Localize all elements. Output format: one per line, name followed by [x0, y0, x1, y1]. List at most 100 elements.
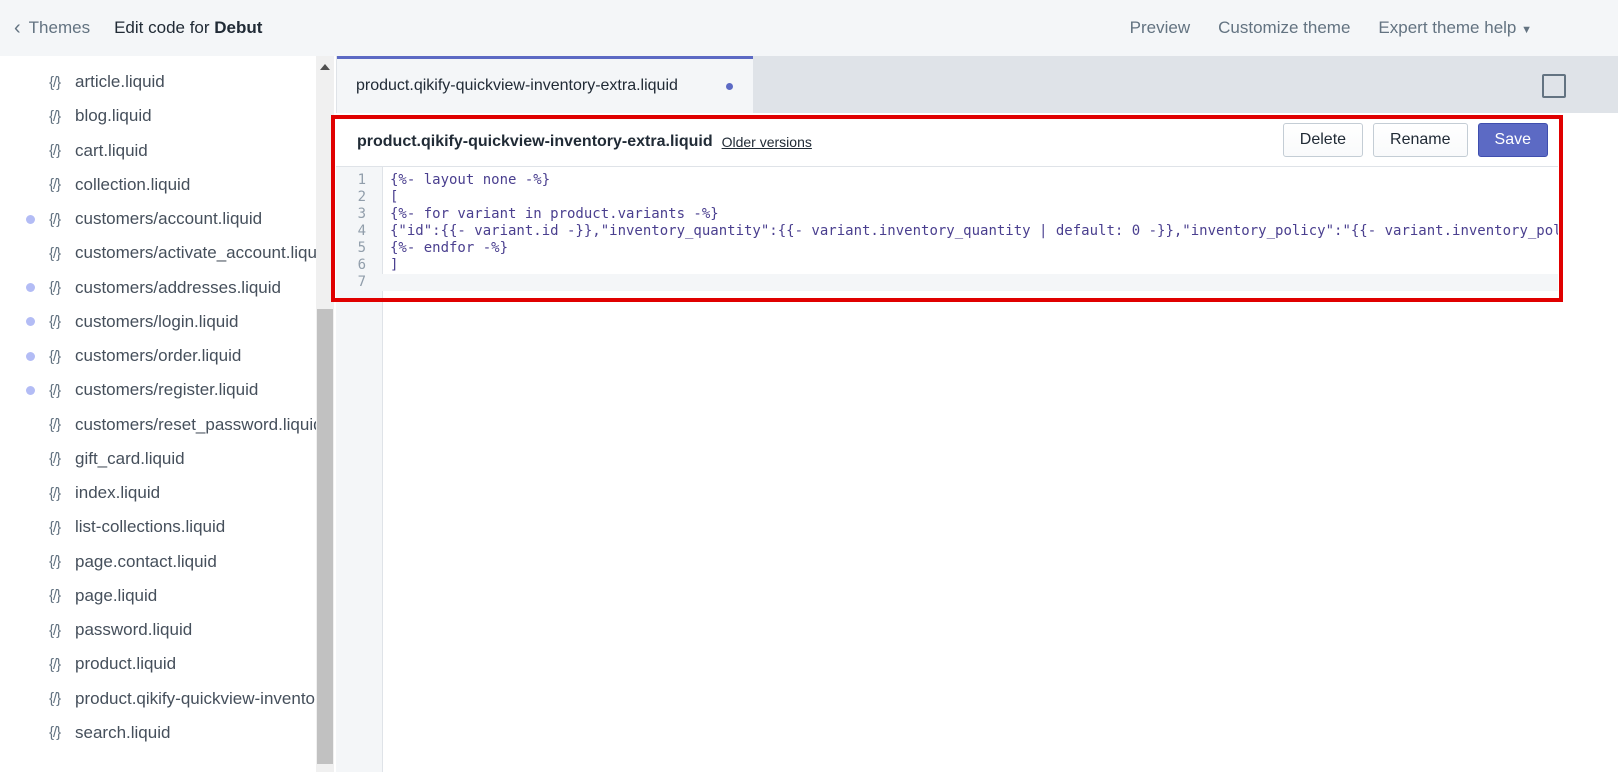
liquid-file-icon: {/} [49, 450, 61, 468]
liquid-file-icon: {/} [49, 107, 61, 125]
file-label: page.contact.liquid [75, 551, 217, 571]
liquid-file-icon: {/} [49, 690, 61, 707]
line-number: 2 [357, 189, 366, 205]
file-name: product.qikify-quickview-inventory-extra… [357, 132, 713, 150]
rename-button[interactable]: Rename [1373, 123, 1468, 157]
file-label: gift_card.liquid [75, 448, 185, 468]
sidebar-file-item[interactable]: {/} product.liquid [0, 647, 316, 681]
liquid-file-icon: {/} [49, 587, 61, 605]
modified-dot-icon [26, 317, 35, 327]
liquid-file-icon: {/} [49, 244, 61, 262]
liquid-file-icon: {/} [49, 655, 61, 673]
delete-button[interactable]: Delete [1282, 123, 1364, 157]
code-line: 3 {%- for variant in product.variants -%} [336, 206, 1558, 223]
page-title: Edit code for Debut [114, 18, 262, 38]
file-label: blog.liquid [75, 106, 152, 126]
sidebar-file-item[interactable]: {/} list-collections.liquid [0, 510, 316, 544]
file-label: product.liquid [75, 654, 177, 674]
save-button[interactable]: Save [1477, 123, 1548, 157]
sidebar-file-item[interactable]: {/} index.liquid [0, 476, 316, 510]
expert-help-label: Expert theme help [1378, 18, 1517, 37]
file-label: customers/addresses.liquid [75, 277, 281, 297]
liquid-file-icon: {/} [49, 724, 61, 742]
line-text: {%- layout none -%} [390, 172, 551, 188]
liquid-file-icon: {/} [49, 176, 61, 194]
file-label: search.liquid [75, 722, 171, 742]
sidebar-file-item[interactable]: {/} customers/addresses.liquid [0, 271, 316, 305]
line-number: 7 [357, 274, 366, 290]
editor-header: product.qikify-quickview-inventory-extra… [336, 117, 1558, 167]
sidebar-file-item[interactable]: {/} cart.liquid [0, 134, 316, 168]
sidebar-file-item[interactable]: {/} password.liquid [0, 613, 316, 647]
liquid-file-icon: {/} [49, 73, 61, 91]
preview-link[interactable]: Preview [1130, 18, 1190, 38]
sidebar-file-item[interactable]: {/} customers/reset_password.liquid [0, 408, 316, 442]
file-label: collection.liquid [75, 174, 191, 194]
sidebar-file-item[interactable]: {/} customers/register.liquid [0, 373, 316, 407]
customize-theme-link[interactable]: Customize theme [1218, 18, 1350, 38]
liquid-file-icon: {/} [49, 142, 61, 159]
sidebar-scrollbar[interactable] [316, 56, 334, 772]
sidebar-file-item[interactable]: {/} customers/activate_account.liquid [0, 236, 316, 270]
file-sidebar: {/} article.liquid {/} blog.liquid {/} cart.l… [0, 56, 316, 772]
sidebar-file-item[interactable]: {/} collection.liquid [0, 168, 316, 202]
file-label: index.liquid [75, 483, 161, 502]
modified-dot-icon [26, 385, 35, 395]
older-versions-link[interactable]: Older versions [722, 134, 812, 150]
unsaved-dot-icon [726, 82, 733, 90]
file-label: customers/reset_password.liquid [75, 414, 316, 434]
sidebar-file-item[interactable]: {/} product.qikify-quickview-inventory-ex… [0, 682, 316, 716]
fullscreen-expand-icon[interactable] [1542, 74, 1566, 98]
sidebar-file-item[interactable]: {/} customers/account.liquid [0, 202, 316, 236]
line-number: 5 [357, 240, 366, 256]
line-text: [ [390, 189, 399, 205]
file-label: customers/order.liquid [75, 346, 242, 365]
file-label: product.qikify-quickview-inventory-extra… [75, 688, 316, 708]
file-label: list-collections.liquid [75, 517, 226, 537]
sidebar-file-item[interactable]: {/} blog.liquid [0, 99, 316, 133]
sidebar-file-item[interactable]: {/} customers/order.liquid [0, 339, 316, 373]
code-area[interactable]: 1 {%- layout none -%} 2[3 {%- for variant i… [336, 172, 1558, 291]
sidebar-file-item[interactable]: {/} page.contact.liquid [0, 545, 316, 579]
liquid-file-icon: {/} [49, 347, 61, 365]
line-text: {"id":{{- variant.id -}},"inventory_quan… [390, 223, 1558, 239]
liquid-file-icon: {/} [49, 416, 61, 433]
line-text: {%- for variant in product.variants -%} [390, 206, 719, 222]
line-number: 6 [357, 257, 366, 273]
modified-dot-icon [26, 214, 35, 224]
sidebar-file-item[interactable]: {/} customers/login.liquid [0, 305, 316, 339]
scrollbar-thumb[interactable] [317, 309, 333, 764]
expert-theme-help-link[interactable]: Expert theme help ▼ [1378, 18, 1532, 38]
line-number: 4 [357, 223, 366, 239]
liquid-file-icon: {/} [49, 484, 61, 502]
code-line: 5 {%- endfor -%} [336, 240, 1558, 257]
scroll-up-arrow-icon[interactable] [320, 64, 330, 70]
file-label: customers/activate_account.liquid [75, 243, 316, 263]
sidebar-file-item[interactable]: {/} article.liquid [0, 65, 316, 99]
tab-label: product.qikify-quickview-inventory-extra… [356, 77, 678, 94]
caret-down-icon: ▼ [1521, 24, 1532, 36]
sidebar-file-item[interactable]: {/} gift_card.liquid [0, 442, 316, 476]
line-text: {%- endfor -%} [390, 240, 509, 256]
sidebar-file-item[interactable]: {/} search.liquid [0, 716, 316, 750]
editor-tab-bar: product.qikify-quickview-inventory-extra… [336, 56, 1618, 113]
modified-dot-icon [26, 283, 35, 292]
theme-name: Debut [214, 18, 263, 37]
top-bar: ‹ Themes Edit code for Debut Preview Cus… [0, 0, 1618, 56]
code-line: 1 {%- layout none -%} [336, 172, 1558, 189]
file-label: customers/login.liquid [75, 311, 239, 331]
sidebar-file-item[interactable]: {/} page.liquid [0, 579, 316, 613]
liquid-file-icon: {/} [49, 313, 61, 331]
liquid-file-icon: {/} [49, 621, 61, 639]
code-line: 2[ [336, 189, 1558, 206]
title-prefix: Edit code for [114, 18, 215, 37]
file-label: cart.liquid [75, 140, 148, 160]
modified-dot-icon [26, 351, 35, 361]
liquid-file-icon: {/} [49, 279, 61, 296]
liquid-file-icon: {/} [49, 518, 61, 536]
tab-active-file[interactable]: product.qikify-quickview-inventory-extra… [337, 56, 753, 113]
liquid-file-icon: {/} [49, 553, 61, 570]
line-text: ] [390, 257, 399, 273]
file-label: article.liquid [75, 72, 165, 91]
back-to-themes-link[interactable]: ‹ Themes [14, 17, 90, 40]
